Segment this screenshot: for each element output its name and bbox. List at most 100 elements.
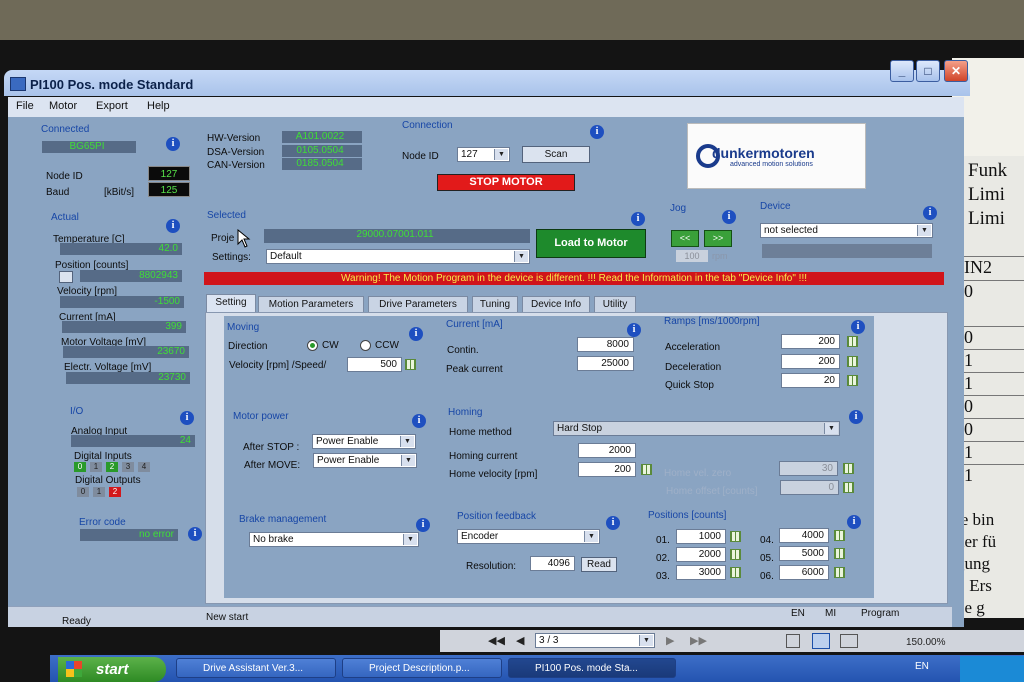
feedback-select[interactable]: Encoder ▼ — [457, 529, 600, 544]
position-slot-input[interactable]: 4000 — [779, 528, 829, 543]
menu-motor[interactable]: Motor — [49, 100, 77, 112]
info-icon[interactable]: i — [180, 411, 194, 425]
info-icon[interactable]: i — [166, 137, 180, 151]
home-method-select[interactable]: Hard Stop ▼ — [553, 421, 840, 436]
calculator-icon[interactable] — [730, 549, 741, 560]
homing-current-input[interactable]: 2000 — [578, 443, 636, 458]
after-stop-label: After STOP : — [243, 442, 300, 453]
position-slot-input[interactable]: 6000 — [779, 565, 829, 580]
calculator-icon[interactable] — [847, 356, 858, 367]
quick-stop-input[interactable]: 20 — [781, 373, 840, 388]
close-button[interactable]: ✕ — [944, 60, 968, 82]
maximize-button[interactable]: □ — [916, 60, 940, 82]
jog-speed-input[interactable]: 100 — [676, 250, 708, 262]
settings-select[interactable]: Default ▼ — [266, 249, 530, 264]
tab-tuning[interactable]: Tuning — [472, 296, 518, 312]
node-id-select[interactable]: 127 ▼ — [457, 147, 510, 162]
info-icon[interactable]: i — [851, 320, 865, 334]
cw-radio[interactable] — [307, 340, 318, 351]
calculator-icon[interactable] — [847, 336, 858, 347]
digital-input-2: 2 — [106, 462, 118, 472]
position-slot-input[interactable]: 1000 — [676, 529, 726, 544]
info-icon[interactable]: i — [722, 210, 736, 224]
load-to-motor-button[interactable]: Load to Motor — [536, 229, 646, 258]
menu-export[interactable]: Export — [96, 100, 128, 112]
last-page-icon[interactable]: ▶▶ — [690, 634, 707, 647]
tab-motion-parameters[interactable]: Motion Parameters — [258, 296, 364, 312]
acceleration-input[interactable]: 200 — [781, 334, 840, 349]
taskbar-item-pi100[interactable]: PI100 Pos. mode Sta... — [508, 658, 676, 678]
first-page-icon[interactable]: ◀◀ — [488, 634, 505, 647]
calculator-icon[interactable] — [834, 530, 845, 541]
calculator-icon[interactable] — [843, 463, 854, 474]
page-select[interactable]: 3 / 3 ▼ — [535, 633, 655, 648]
deceleration-input[interactable]: 200 — [781, 354, 840, 369]
calculator-icon[interactable] — [834, 567, 845, 578]
taskbar-item-project-description[interactable]: Project Description.p... — [342, 658, 502, 678]
brake-select[interactable]: No brake ▼ — [249, 532, 419, 547]
info-icon[interactable]: i — [409, 327, 423, 341]
info-icon[interactable]: i — [847, 515, 861, 529]
calculator-icon[interactable] — [405, 359, 416, 370]
calculator-icon[interactable] — [843, 482, 854, 493]
read-button[interactable]: Read — [581, 557, 617, 572]
info-icon[interactable]: i — [412, 414, 426, 428]
minimize-button[interactable]: _ — [890, 60, 914, 82]
info-icon[interactable]: i — [590, 125, 604, 139]
after-move-select[interactable]: Power Enable ▼ — [313, 453, 417, 468]
zoom-level[interactable]: 150.00% — [906, 637, 945, 648]
calculator-icon[interactable] — [730, 567, 741, 578]
info-icon[interactable]: i — [606, 516, 620, 530]
calculator-icon[interactable] — [641, 464, 652, 475]
actual-header: Actual — [51, 212, 79, 223]
home-velocity-input[interactable]: 200 — [578, 462, 636, 477]
info-icon[interactable]: i — [631, 212, 645, 226]
doc-word: Limi — [968, 184, 1005, 205]
reset-position-button[interactable] — [59, 271, 73, 283]
menu-file[interactable]: File — [16, 100, 34, 112]
single-page-icon[interactable] — [786, 634, 800, 648]
jog-left-button[interactable]: << — [671, 230, 699, 247]
scan-button[interactable]: Scan — [522, 146, 590, 163]
project-value: 29000.07001.011 — [264, 229, 530, 243]
info-icon[interactable]: i — [166, 219, 180, 233]
info-icon[interactable]: i — [923, 206, 937, 220]
tab-drive-parameters[interactable]: Drive Parameters — [368, 296, 468, 312]
next-page-icon[interactable]: ▶ — [666, 634, 674, 647]
resolution-input[interactable]: 4096 — [530, 556, 575, 571]
previous-page-icon[interactable]: ◀ — [516, 634, 524, 647]
chevron-down-icon: ▼ — [639, 635, 653, 646]
info-icon[interactable]: i — [416, 518, 430, 532]
home-vel-zero-input[interactable]: 30 — [779, 461, 838, 476]
position-value: 8802943 — [80, 270, 182, 282]
connection-header: Connection — [402, 120, 453, 131]
info-icon[interactable]: i — [627, 323, 641, 337]
jog-right-button[interactable]: >> — [704, 230, 732, 247]
taskbar-language[interactable]: EN — [915, 661, 929, 672]
home-offset-input[interactable]: 0 — [780, 480, 839, 495]
calculator-icon[interactable] — [834, 548, 845, 559]
device-select[interactable]: not selected ▼ — [760, 223, 933, 238]
position-slot-input[interactable]: 5000 — [779, 546, 829, 561]
ccw-radio[interactable] — [360, 340, 371, 351]
stop-motor-button[interactable]: STOP MOTOR — [437, 174, 575, 191]
tab-device-info[interactable]: Device Info — [522, 296, 590, 312]
settings-select-value: Default — [270, 251, 302, 262]
two-page-icon[interactable] — [840, 634, 858, 648]
tab-setting[interactable]: Setting — [206, 294, 256, 312]
info-icon[interactable]: i — [188, 527, 202, 541]
tab-utility[interactable]: Utility — [594, 296, 636, 312]
taskbar-item-drive-assistant[interactable]: Drive Assistant Ver.3... — [176, 658, 336, 678]
peak-current-input[interactable]: 25000 — [577, 356, 634, 371]
position-slot-input[interactable]: 2000 — [676, 547, 726, 562]
position-slot-input[interactable]: 3000 — [676, 565, 726, 580]
calculator-icon[interactable] — [847, 375, 858, 386]
menu-help[interactable]: Help — [147, 100, 170, 112]
status-ready: Ready — [62, 616, 91, 627]
calculator-icon[interactable] — [730, 531, 741, 542]
contin-input[interactable]: 8000 — [577, 337, 634, 352]
velocity-input[interactable]: 500 — [347, 357, 402, 372]
info-icon[interactable]: i — [849, 410, 863, 424]
continuous-page-icon[interactable] — [812, 633, 830, 649]
after-stop-select[interactable]: Power Enable ▼ — [312, 434, 416, 449]
